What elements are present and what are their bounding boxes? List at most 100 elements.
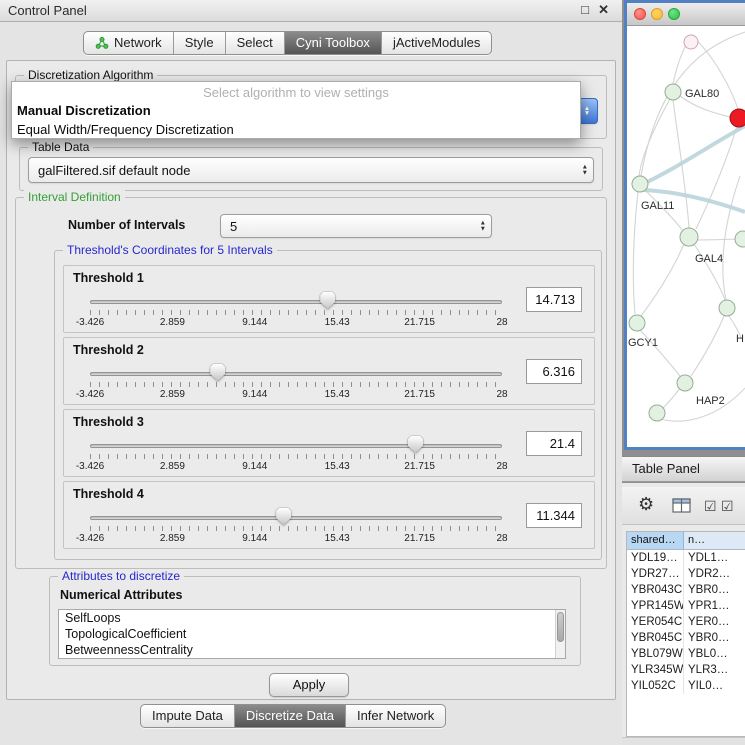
column-header-shared-name[interactable]: shared… [627, 532, 684, 549]
slider-tick-marks [90, 310, 502, 315]
table-row[interactable]: YBR043CYBR0… [627, 582, 745, 598]
network-node[interactable] [684, 35, 698, 49]
list-item[interactable]: TopologicalCoefficient [59, 626, 565, 642]
scale-label: 2.859 [160, 461, 185, 472]
table-row[interactable]: YIL052CYIL0… [627, 678, 745, 694]
network-node[interactable] [629, 315, 645, 331]
network-node[interactable] [649, 405, 665, 421]
scale-label: 21.715 [404, 533, 435, 544]
tab-style[interactable]: Style [174, 32, 226, 54]
slider-track[interactable] [90, 372, 502, 376]
scale-label: 9.144 [242, 317, 267, 328]
slider-scale: -3.426 2.859 9.144 15.43 21.715 28 [90, 389, 502, 401]
network-node-label: H [736, 333, 744, 345]
slider-thumb[interactable] [276, 508, 291, 525]
slider-tick-marks [90, 382, 502, 387]
network-node[interactable] [677, 375, 693, 391]
tab-impute-data[interactable]: Impute Data [141, 705, 235, 727]
tab-network[interactable]: Network [84, 32, 174, 54]
table-row[interactable]: YBL079WYBL0… [627, 646, 745, 662]
slider-track[interactable] [90, 516, 502, 520]
cyni-settings-panel: Discretization Algorithm ▲ ▼ Select algo… [6, 60, 616, 700]
scale-label: 2.859 [160, 317, 185, 328]
scale-label: 15.43 [325, 533, 350, 544]
threshold-label: Threshold 3 [73, 415, 144, 429]
table-settings-gear-icon[interactable]: ⚙ [638, 494, 654, 515]
close-window-icon[interactable]: ✕ [598, 2, 609, 18]
dropdown-prompt: Select algorithm to view settings [12, 84, 580, 101]
tab-jactivemodules[interactable]: jActiveModules [382, 32, 491, 54]
mac-minimize-button[interactable] [651, 8, 663, 20]
mac-zoom-button[interactable] [668, 8, 680, 20]
list-item[interactable]: BetweennessCentrality [59, 642, 565, 658]
top-tab-bar: Network Style Select Cyni Toolbox jActiv… [83, 31, 492, 55]
network-node-label: GAL80 [685, 88, 719, 100]
network-node[interactable] [735, 231, 745, 247]
network-node-label: HAP2 [696, 395, 725, 407]
threshold-4-slider: -3.426 2.859 9.144 15.43 21.715 28 [90, 508, 502, 546]
apply-button[interactable]: Apply [269, 673, 349, 697]
threshold-1-value-field[interactable]: 14.713 [526, 287, 582, 312]
table-row[interactable]: YER054CYER0… [627, 614, 745, 630]
select-all-check-icon[interactable]: ☑ [704, 498, 717, 515]
network-node[interactable] [719, 300, 735, 316]
slider-track[interactable] [90, 444, 502, 448]
tab-select[interactable]: Select [226, 32, 285, 54]
network-node-label: GCY1 [628, 337, 658, 349]
table-data-select[interactable]: galFiltered.sif default node ▲ ▼ [28, 157, 594, 183]
spinner-down-icon: ▼ [582, 170, 588, 176]
network-canvas[interactable]: GAL80 GAL11 GAL4 GCY1 HAP2 H [627, 26, 745, 447]
table-row[interactable]: YLR345WYLR3… [627, 662, 745, 678]
slider-thumb[interactable] [210, 364, 225, 381]
threshold-4-value-field[interactable]: 11.344 [526, 503, 582, 528]
table-row[interactable]: YDL19…YDL1… [627, 550, 745, 566]
group-title: Interval Definition [24, 190, 125, 204]
threshold-2-value-field[interactable]: 6.316 [526, 359, 582, 384]
dropdown-option-manual-discretization[interactable]: Manual Discretization [12, 101, 580, 120]
slider-scale: -3.426 2.859 9.144 15.43 21.715 28 [90, 533, 502, 545]
tab-label: Network [114, 32, 162, 54]
dropdown-option-equal-width-frequency[interactable]: Equal Width/Frequency Discretization [12, 120, 580, 139]
tab-discretize-data[interactable]: Discretize Data [235, 705, 346, 727]
threshold-coordinates-group: Threshold's Coordinates for 5 Intervals … [54, 250, 602, 560]
table-data-selected-value: galFiltered.sif default node [38, 163, 190, 178]
slider-thumb[interactable] [408, 436, 423, 453]
scale-label: 21.715 [404, 317, 435, 328]
cell: YBL079W [627, 646, 684, 662]
network-node[interactable] [632, 176, 648, 192]
network-node-selected[interactable] [730, 109, 745, 127]
cell: YDL1… [684, 550, 745, 566]
threshold-3-value-field[interactable]: 21.4 [526, 431, 582, 456]
mac-close-button[interactable] [634, 8, 646, 20]
list-item[interactable]: SelfLoops [59, 610, 565, 626]
list-scrollbar[interactable] [555, 610, 565, 658]
scale-label: 28 [496, 317, 507, 328]
scale-label: -3.426 [76, 461, 104, 472]
numerical-attributes-list: SelfLoops TopologicalCoefficient Between… [58, 609, 566, 659]
horizontal-scrollbar[interactable] [622, 737, 745, 745]
threshold-3-slider: -3.426 2.859 9.144 15.43 21.715 28 [90, 436, 502, 474]
table-row[interactable]: YPR145WYPR1… [627, 598, 745, 614]
cell: YIL0… [684, 678, 745, 694]
slider-thumb[interactable] [320, 292, 335, 309]
tab-cyni-toolbox[interactable]: Cyni Toolbox [285, 32, 382, 54]
table-row[interactable]: YDR27…YDR2… [627, 566, 745, 582]
scale-label: 21.715 [404, 389, 435, 400]
network-node[interactable] [665, 84, 681, 100]
number-of-intervals-select[interactable]: 5 ▲ ▼ [220, 214, 492, 238]
tab-infer-network[interactable]: Infer Network [346, 705, 445, 727]
combo-spinner-icon: ▲ ▼ [582, 165, 588, 176]
slider-track[interactable] [90, 300, 502, 304]
threshold-2-panel: Threshold 2 -3.426 2.859 9.144 15.43 21.… [63, 337, 595, 405]
network-node[interactable] [680, 228, 698, 246]
scale-label: 28 [496, 461, 507, 472]
float-window-icon[interactable]: □ [581, 2, 589, 17]
column-header-name[interactable]: n… [684, 532, 745, 549]
tab-label: Discretize Data [246, 705, 334, 727]
scale-label: 2.859 [160, 389, 185, 400]
column-visibility-icon[interactable] [672, 498, 691, 513]
number-of-intervals-label: Number of Intervals [68, 218, 185, 232]
scrollbar-thumb[interactable] [557, 612, 564, 642]
table-row[interactable]: YBR045CYBR0… [627, 630, 745, 646]
deselect-all-check-icon[interactable]: ☑ [721, 498, 734, 515]
